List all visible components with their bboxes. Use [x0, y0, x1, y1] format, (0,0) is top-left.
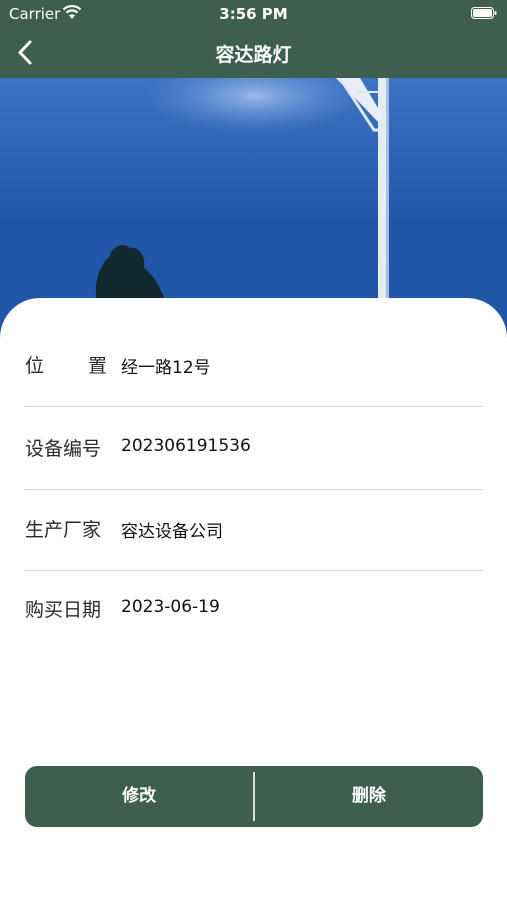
- row-manufacturer: 生产厂家 容达设备公司: [25, 490, 483, 571]
- purchase-date-value: 2023-06-19: [121, 597, 220, 617]
- manufacturer-value: 容达设备公司: [121, 522, 223, 542]
- row-purchase-date: 购买日期 2023-06-19: [25, 570, 483, 650]
- nav-bar: 容达路灯: [0, 28, 507, 78]
- purchase-date-label: 购买日期: [25, 599, 102, 621]
- battery-icon: [471, 7, 497, 19]
- status-time: 3:56 PM: [219, 5, 288, 23]
- device-number-label: 设备编号: [25, 438, 102, 460]
- device-number-value: 202306191536: [121, 436, 251, 456]
- location-label: 位 置: [25, 355, 107, 377]
- location-value: 经一路12号: [121, 358, 211, 378]
- status-bar: Carrier 3:56 PM: [0, 0, 507, 28]
- edit-button[interactable]: 修改: [25, 766, 253, 827]
- action-bar: 修改 删除: [25, 766, 483, 827]
- delete-button[interactable]: 删除: [255, 766, 483, 827]
- row-location: 位 置 经一路12号: [25, 326, 483, 407]
- row-device-number: 设备编号 202306191536: [25, 409, 483, 490]
- page-title: 容达路灯: [215, 44, 292, 66]
- manufacturer-label: 生产厂家: [25, 519, 102, 541]
